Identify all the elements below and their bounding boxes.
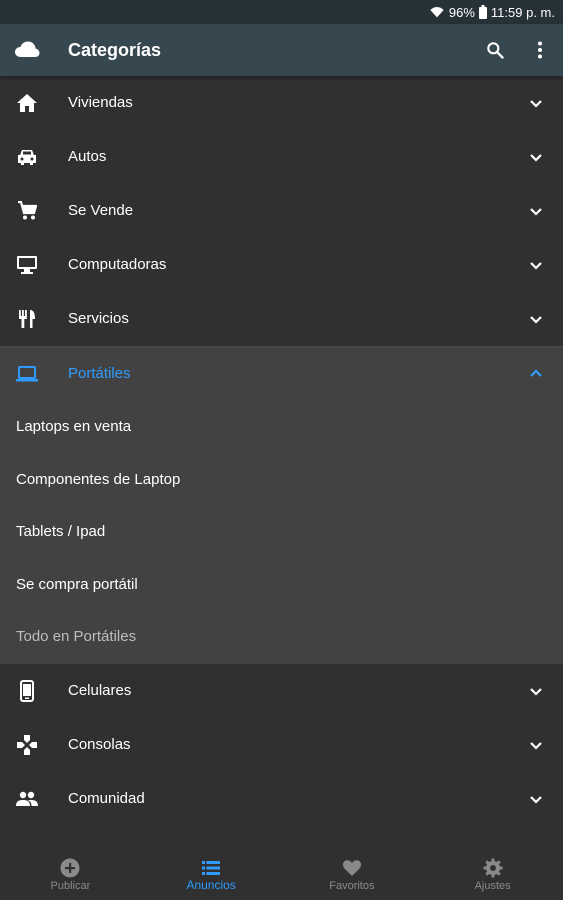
cart-icon <box>15 199 39 223</box>
app-bar: Categorías <box>0 24 563 76</box>
page-title: Categorías <box>68 40 162 60</box>
bottom-navigation: Publicar Anuncios Favoritos Ajustes <box>0 845 563 900</box>
status-bar: 96% 11:59 p. m. <box>0 0 563 24</box>
people-icon <box>15 787 39 811</box>
chevron-down-icon <box>530 687 542 696</box>
subcategory-label: Todo en Portátiles <box>16 628 137 645</box>
category-label: Comunidad <box>68 789 145 807</box>
more-vert-icon <box>538 41 542 59</box>
chevron-down-icon <box>530 154 542 162</box>
subcategory-item-all[interactable]: Todo en Portátiles <box>0 611 563 664</box>
nav-label: Ajustes <box>474 880 511 892</box>
nav-publicar[interactable]: Publicar <box>0 845 141 900</box>
category-label: Portátiles <box>68 365 131 382</box>
category-consolas[interactable]: Consolas <box>0 718 563 772</box>
subcategory-label: Laptops en venta <box>16 418 132 435</box>
nav-ajustes[interactable]: Ajustes <box>422 845 563 900</box>
car-icon <box>15 145 39 169</box>
category-comunidad[interactable]: Comunidad <box>0 772 563 826</box>
list-icon <box>202 861 221 875</box>
search-button[interactable] <box>481 36 509 64</box>
nav-favoritos[interactable]: Favoritos <box>282 845 423 900</box>
category-label: Celulares <box>68 681 132 699</box>
more-options-button[interactable] <box>526 36 554 64</box>
category-celulares[interactable]: Celulares <box>0 664 563 718</box>
nav-anuncios[interactable]: Anuncios <box>141 845 282 900</box>
category-label: Servicios <box>68 310 129 327</box>
category-label: Se Vende <box>68 202 134 219</box>
chevron-down-icon <box>530 795 542 804</box>
nav-label: Anuncios <box>186 878 236 892</box>
category-label: Viviendas <box>68 94 133 111</box>
battery-icon <box>478 5 487 19</box>
category-computadoras[interactable]: Computadoras <box>0 238 563 292</box>
category-label: Consolas <box>68 735 131 753</box>
gear-icon <box>483 858 503 878</box>
chevron-down-icon <box>530 262 542 270</box>
gamepad-icon <box>15 733 39 757</box>
category-label: Computadoras <box>68 256 167 273</box>
wifi-icon <box>430 7 444 18</box>
subcategory-label: Componentes de Laptop <box>16 470 181 488</box>
subcategory-item[interactable]: Se compra portátil <box>0 559 563 612</box>
category-portatiles[interactable]: Portátiles <box>0 347 563 401</box>
desktop-icon <box>15 253 39 277</box>
category-servicios[interactable]: Servicios <box>0 292 563 346</box>
category-label: Autos <box>68 148 107 165</box>
chevron-down-icon <box>530 100 542 108</box>
phone-icon <box>15 679 39 703</box>
category-autos[interactable]: Autos <box>0 130 563 184</box>
nav-label: Publicar <box>50 880 91 892</box>
expanded-category-portatiles: Portátiles Laptops en venta Componentes … <box>0 346 563 664</box>
clock: 11:59 p. m. <box>490 4 555 20</box>
chevron-down-icon <box>530 741 542 750</box>
search-icon <box>487 42 504 59</box>
heart-icon <box>342 860 361 876</box>
cloud-icon <box>15 41 40 57</box>
category-list: Viviendas Autos Se Vende Computadoras Se… <box>0 76 563 826</box>
chevron-up-icon <box>530 369 542 377</box>
subcategory-item[interactable]: Componentes de Laptop <box>0 454 563 507</box>
chevron-down-icon <box>530 208 542 216</box>
category-se-vende[interactable]: Se Vende <box>0 184 563 238</box>
laptop-icon <box>15 362 39 386</box>
battery-percent: 96% <box>448 4 475 20</box>
add-circle-icon <box>60 858 80 878</box>
home-icon <box>15 91 39 115</box>
category-viviendas[interactable]: Viviendas <box>0 76 563 130</box>
subcategory-label: Se compra portátil <box>16 575 138 593</box>
subcategory-item[interactable]: Laptops en venta <box>0 401 563 454</box>
nav-label: Favoritos <box>329 880 375 892</box>
subcategory-label: Tablets / Ipad <box>16 523 106 540</box>
restaurant-icon <box>15 307 39 331</box>
subcategory-item[interactable]: Tablets / Ipad <box>0 506 563 559</box>
chevron-down-icon <box>530 316 542 324</box>
